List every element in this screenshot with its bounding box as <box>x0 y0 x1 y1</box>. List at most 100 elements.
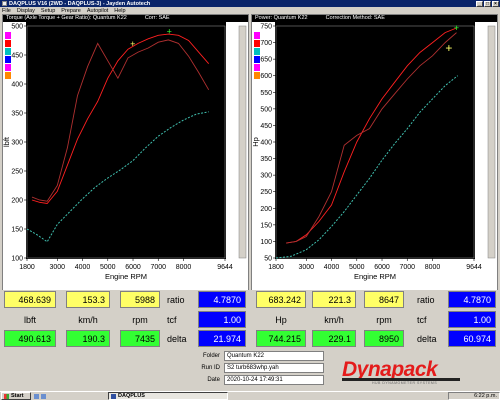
torque-chart-title: Torque (Axle Torque + Gear Ratio): Quant… <box>3 15 248 22</box>
torque-peak-speed: 190.3 <box>66 330 110 347</box>
taskbar-app-daqplus[interactable]: DAQPLUS <box>108 392 228 400</box>
menu-help[interactable]: Help <box>114 8 125 14</box>
torque-xtick-label: 9644 <box>217 264 233 271</box>
power-cursor-rpm: 8647 <box>364 291 404 308</box>
tcf-value: 1.00 <box>198 311 246 328</box>
menu-setup[interactable]: Setup <box>41 8 55 14</box>
torque-peak-marker: + <box>167 26 172 36</box>
runid-row: Run ID S2 turb683whp.yah <box>196 362 324 374</box>
dynapack-logo: Dynapack HUB DYNAMOMETER SYSTEMS <box>342 358 460 386</box>
torque-peak-rpm: 7435 <box>120 330 160 347</box>
torque-scrollbar[interactable] <box>238 25 247 259</box>
power-xtick-label: 5000 <box>349 264 365 271</box>
torque-legend-swatch[interactable] <box>5 64 11 71</box>
start-label: Start <box>11 393 24 399</box>
power-plot-area[interactable]: 750 700 650 600 550 500 450 400 350 300 250 200 150 1… <box>252 22 497 290</box>
torque-unit-label: lbft <box>23 314 36 325</box>
torque-legend-swatch[interactable] <box>5 72 11 79</box>
power-legend-swatch[interactable] <box>254 56 260 63</box>
delta-value: 60.974 <box>448 330 496 347</box>
delta-label: delta <box>417 333 437 344</box>
torque-ytick-label: 350 <box>11 111 23 118</box>
power-ytick-label: 250 <box>260 189 272 196</box>
speed-unit-label: km/h <box>324 314 344 325</box>
power-chart-panel: Power: Quantum K22 Correction Method: SAE… <box>251 14 498 290</box>
torque-readout: 468.639 153.3 5988 lbft km/h rpm 490.613… <box>0 291 248 357</box>
speed-unit-label: km/h <box>78 314 98 325</box>
power-chart: 750 700 650 600 550 500 450 400 350 300 250 200 150 1… <box>252 22 497 290</box>
taskbar-app-label: DAQPLUS <box>118 393 145 399</box>
close-button[interactable]: × <box>492 0 499 7</box>
power-ytick-label: 350 <box>260 156 272 163</box>
rpm-unit-label: rpm <box>132 314 148 325</box>
power-ytick-label: 300 <box>260 173 272 180</box>
torque-cursor-speed: 153.3 <box>66 291 110 308</box>
system-tray: 6:22 p.m. <box>448 392 500 400</box>
explorer-icon[interactable] <box>41 393 46 399</box>
torque-title-a: Torque (Axle Torque + Gear Ratio): Quant… <box>6 15 127 21</box>
power-ytick-label: 600 <box>260 73 272 80</box>
torque-legend-swatch[interactable] <box>5 56 11 63</box>
torque-xtick-label: 4000 <box>75 264 91 271</box>
power-readout: 683.242 221.3 8647 Hp km/h rpm 744.215 2… <box>250 291 498 357</box>
torque-legend-swatch[interactable] <box>5 48 11 55</box>
start-button[interactable]: Start <box>1 392 31 400</box>
power-peak-rpm: 8950 <box>364 330 404 347</box>
power-legend-swatch[interactable] <box>254 64 260 71</box>
power-peak-value: 744.215 <box>256 330 306 347</box>
torque-peak-value: 490.613 <box>4 330 56 347</box>
power-xtick-label: 7000 <box>399 264 415 271</box>
quick-launch <box>34 393 46 399</box>
torque-ytick-label: 400 <box>11 82 23 89</box>
torque-title-b: Corr: SAE <box>144 15 170 21</box>
run-info: Folder Quantum K22 Run ID S2 turb683whp.… <box>196 350 324 388</box>
power-ytick-label: 700 <box>260 40 272 47</box>
power-peak-speed: 229.1 <box>312 330 356 347</box>
menu-autopilot[interactable]: Autopilot <box>87 8 108 14</box>
power-xtick-label: 6000 <box>374 264 390 271</box>
torque-cursor-marker[interactable]: + <box>130 39 135 49</box>
torque-chart: 500 450 400 350 300 250 200 150 1001800 3000 4000 5… <box>3 22 248 290</box>
torque-xtick-label: 8000 <box>176 264 192 271</box>
torque-ytick-label: 200 <box>11 198 23 205</box>
desktop-icon[interactable] <box>34 393 39 399</box>
date-field[interactable]: 2020-10-24 17:49:31 <box>224 375 324 385</box>
torque-ytick-label: 100 <box>11 256 23 263</box>
torque-plot-box <box>26 25 226 259</box>
power-xtick-label: 1800 <box>268 264 284 271</box>
power-legend-swatch[interactable] <box>254 32 260 39</box>
power-unit-label: Hp <box>275 314 287 325</box>
power-legend-swatch[interactable] <box>254 72 260 79</box>
window-titlebar: DAQPLUS V16 (2WD - DAQPLUS-3) - Jayden A… <box>0 0 500 7</box>
torque-plot-area[interactable]: 500 450 400 350 300 250 200 150 100 1800 3000 4000 5… <box>3 22 248 290</box>
power-legend-swatch[interactable] <box>254 40 260 47</box>
menu-display[interactable]: Display <box>17 8 35 14</box>
date-label: Date <box>207 377 220 383</box>
taskbar: Start DAQPLUS 6:22 p.m. <box>0 391 500 400</box>
window-controls: _ □ × <box>476 0 500 7</box>
tcf-label: tcf <box>417 314 427 325</box>
power-scrollbar[interactable] <box>487 25 496 259</box>
folder-field[interactable]: Quantum K22 <box>224 351 324 361</box>
power-yaxis-label: Hp <box>252 137 260 147</box>
window-title: DAQPLUS V16 (2WD - DAQPLUS-3) - Jayden A… <box>9 0 151 7</box>
tcf-label: tcf <box>167 314 177 325</box>
daqplus-icon <box>111 393 116 399</box>
torque-legend-swatch[interactable] <box>5 40 11 47</box>
delta-value: 21.974 <box>198 330 246 347</box>
minimize-button[interactable]: _ <box>476 0 483 7</box>
torque-xtick-label: 3000 <box>50 264 66 271</box>
torque-chart-panel: Torque (Axle Torque + Gear Ratio): Quant… <box>2 14 249 290</box>
folder-row: Folder Quantum K22 <box>196 350 324 362</box>
torque-cursor-value: 468.639 <box>4 291 56 308</box>
maximize-button[interactable]: □ <box>484 0 491 7</box>
power-chart-title: Power: Quantum K22 Correction Method: SAE <box>252 15 497 22</box>
runid-field[interactable]: S2 turb683whp.yah <box>224 363 324 373</box>
date-row: Date 2020-10-24 17:49:31 <box>196 374 324 386</box>
power-legend-swatch[interactable] <box>254 48 260 55</box>
torque-legend-swatch[interactable] <box>5 32 11 39</box>
power-cursor-marker[interactable]: + <box>445 41 452 55</box>
menu-prepare[interactable]: Prepare <box>61 8 81 14</box>
menu-file[interactable]: File <box>2 8 11 14</box>
ratio-value: 4.7870 <box>198 291 246 308</box>
